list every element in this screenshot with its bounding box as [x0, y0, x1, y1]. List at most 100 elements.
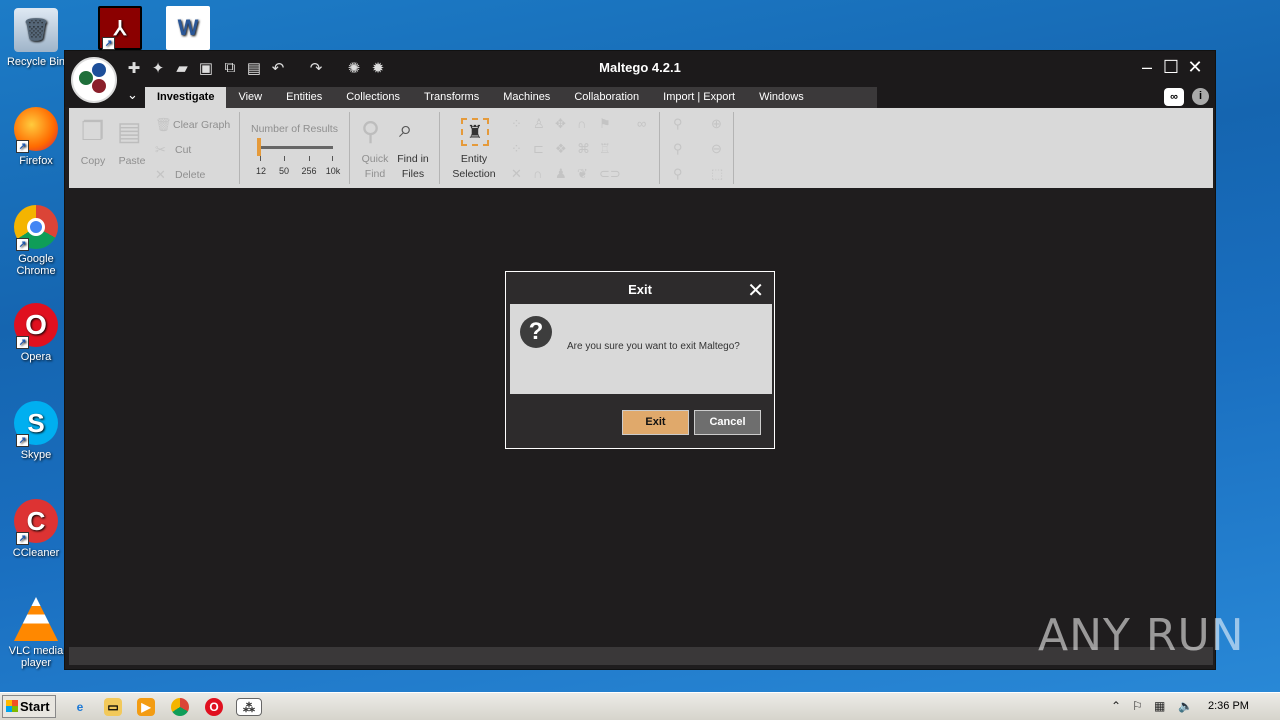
grid-icon[interactable]: ⁘: [511, 141, 522, 157]
clear-graph-button[interactable]: Clear Graph: [173, 118, 230, 133]
stack-icon[interactable]: ♖: [599, 141, 611, 157]
opera-icon[interactable]: O: [205, 698, 223, 716]
desktop-icon-firefox[interactable]: ↗ Firefox: [0, 107, 72, 167]
close-icon[interactable]: ✕: [747, 278, 764, 303]
bookmark-icon[interactable]: ⚑: [599, 116, 611, 132]
recycle-bin-icon: 🗑: [14, 8, 58, 52]
close-icon[interactable]: ✕: [1183, 57, 1207, 78]
entity-selection-button[interactable]: Entity Selection: [449, 152, 499, 182]
zoom-in-icon[interactable]: ⊕: [711, 116, 722, 132]
show-hidden-icons-icon[interactable]: ⌃: [1111, 699, 1121, 713]
zoom-selection-icon[interactable]: ⚲: [673, 141, 683, 157]
maximize-icon[interactable]: ☐: [1159, 57, 1183, 78]
desktop-icon-ccleaner[interactable]: C ↗ CCleaner: [0, 499, 72, 559]
move-icon[interactable]: ✥: [555, 116, 566, 132]
dialog-body: ? Are you sure you want to exit Maltego?: [510, 304, 772, 394]
search-icon[interactable]: ⚲: [361, 116, 380, 147]
slider-tick: [260, 156, 261, 161]
slider-tick: [332, 156, 333, 161]
explorer-icon[interactable]: ▭: [104, 698, 122, 716]
infinity-icon[interactable]: ∞: [1164, 88, 1184, 106]
zoom-area-icon[interactable]: ⬚: [711, 166, 723, 182]
tab-investigate[interactable]: Investigate: [145, 87, 227, 108]
clock[interactable]: 2:36 PM: [1208, 700, 1249, 712]
volume-icon[interactable]: 🔈: [1178, 699, 1193, 713]
cut-button[interactable]: Cut: [175, 143, 191, 158]
network-icon[interactable]: ⌘: [577, 141, 590, 157]
desktop-icon-word[interactable]: W: [152, 6, 224, 54]
zoom-out-icon[interactable]: ⊖: [711, 141, 722, 157]
trash-icon[interactable]: 🗑: [155, 117, 172, 133]
desktop-icon-opera[interactable]: O ↗ Opera: [0, 303, 72, 363]
tab-windows[interactable]: Windows: [747, 87, 816, 108]
results-slider-track[interactable]: [257, 146, 333, 149]
desktop-icon-chrome[interactable]: ↗ Google Chrome: [0, 205, 72, 277]
number-of-results-label: Number of Results: [251, 123, 338, 135]
tree-icon[interactable]: ⊏: [533, 141, 544, 157]
desktop-icon-skype[interactable]: S ↗ Skype: [0, 401, 72, 461]
tab-view[interactable]: View: [226, 87, 274, 108]
hierarchy-icon[interactable]: ♙: [533, 116, 545, 132]
desktop-icon-acrobat[interactable]: ⅄ ↗: [84, 6, 156, 54]
chevron-down-icon[interactable]: ⌄: [127, 87, 138, 103]
flag-icon[interactable]: ⚐: [1132, 699, 1143, 713]
skype-icon: S ↗: [14, 401, 58, 447]
cluster-icon[interactable]: ❖: [555, 141, 567, 157]
media-player-icon[interactable]: ▶: [137, 698, 155, 716]
quick-find-button[interactable]: Quick Find: [357, 152, 393, 182]
results-slider-handle[interactable]: [257, 138, 261, 156]
tab-entities[interactable]: Entities: [274, 87, 334, 108]
find-in-files-icon[interactable]: ⌕: [399, 116, 412, 144]
desktop-icon-vlc[interactable]: VLC media player: [0, 597, 72, 669]
delete-button[interactable]: Delete: [175, 168, 205, 183]
slider-tick: [309, 156, 310, 161]
ie-icon[interactable]: e: [71, 698, 89, 716]
chrome-icon[interactable]: [171, 698, 189, 716]
arch-icon[interactable]: ∩: [533, 166, 542, 181]
maltego-taskbar-icon[interactable]: ⁂: [236, 698, 262, 716]
tab-collections[interactable]: Collections: [334, 87, 412, 108]
slider-tick: [284, 156, 285, 161]
tab-import-export[interactable]: Import | Export: [651, 87, 747, 108]
start-button[interactable]: Start: [2, 695, 56, 718]
copy-label[interactable]: Copy: [75, 154, 111, 169]
network-icon[interactable]: ▦: [1154, 699, 1165, 713]
info-icon[interactable]: i: [1192, 88, 1209, 105]
scissors-icon[interactable]: ✂: [155, 142, 166, 158]
entity-selection-icon[interactable]: ♜: [461, 118, 489, 146]
link-icon[interactable]: ∩: [577, 116, 586, 131]
ribbon-tabs: Investigate View Entities Collections Tr…: [145, 87, 877, 108]
paste-label[interactable]: Paste: [113, 154, 151, 169]
shuffle-icon[interactable]: ✕: [511, 166, 522, 182]
chain-link-icon[interactable]: ⊂⊃: [599, 166, 621, 182]
ribbon-toolbar: ❐ Copy ▤ Paste 🗑 Clear Graph ✂ Cut ✕ Del…: [69, 108, 1213, 188]
tab-machines[interactable]: Machines: [491, 87, 562, 108]
leaf-icon[interactable]: ❦: [577, 166, 588, 182]
paste-icon[interactable]: ▤: [117, 116, 142, 147]
delete-icon[interactable]: ✕: [155, 167, 166, 183]
cancel-button[interactable]: Cancel: [694, 410, 761, 435]
desktop-icon-label: VLC media player: [8, 645, 64, 669]
dialog-title: Exit: [628, 282, 652, 297]
divider: [733, 112, 734, 184]
minimize-icon[interactable]: –: [1135, 57, 1159, 78]
chain-icon[interactable]: ∞: [637, 116, 646, 131]
slider-tick-label: 256: [301, 166, 317, 176]
title-bar: ✚ ✦ ▰ ▣ ⧉ ▤ ↶ ↷ ✺ ✹ Maltego 4.2.1 – ☐ ✕ …: [65, 51, 1215, 108]
person-icon[interactable]: ♟: [555, 166, 567, 182]
opera-icon: O ↗: [14, 303, 58, 349]
ccleaner-icon: C ↗: [14, 499, 58, 545]
vlc-icon: [14, 597, 58, 641]
exit-button[interactable]: Exit: [622, 410, 689, 435]
tab-transforms[interactable]: Transforms: [412, 87, 491, 108]
window-title: Maltego 4.2.1: [599, 60, 681, 75]
find-in-files-button[interactable]: Find in Files: [395, 152, 431, 182]
desktop-icon-label: Recycle Bin: [6, 56, 66, 68]
zoom-menu-icon[interactable]: ⚲: [673, 166, 683, 182]
zoom-fit-icon[interactable]: ⚲: [673, 116, 683, 132]
desktop-icon-recycle-bin[interactable]: 🗑 Recycle Bin: [0, 8, 72, 68]
layout-icon[interactable]: ⁘: [511, 116, 522, 132]
copy-icon[interactable]: ❐: [81, 116, 104, 147]
divider: [439, 112, 440, 184]
tab-collaboration[interactable]: Collaboration: [562, 87, 651, 108]
